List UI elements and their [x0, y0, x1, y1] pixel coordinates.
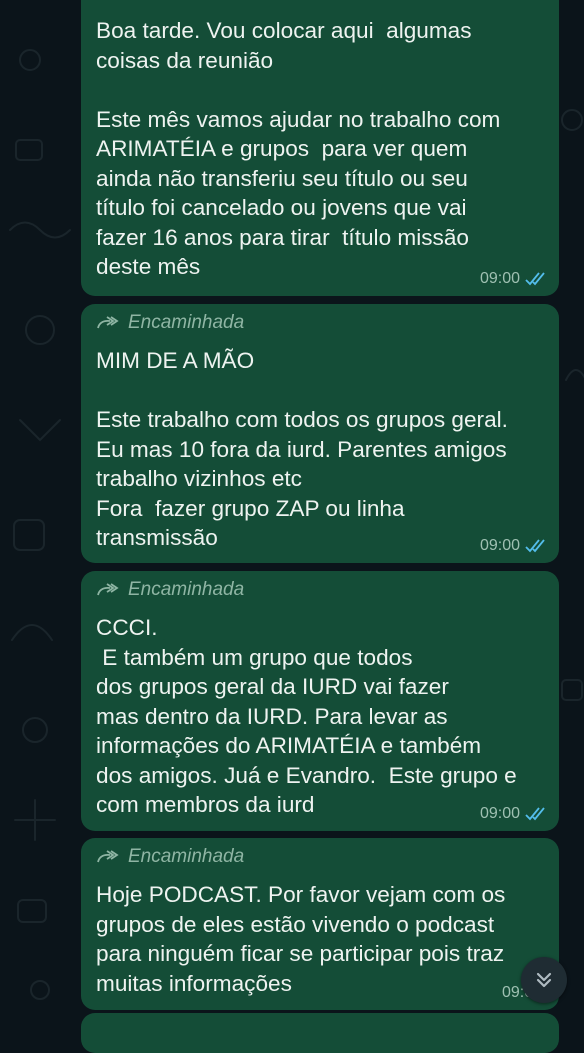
forward-arrow-icon: [97, 583, 119, 596]
forwarded-text: Encaminhada: [128, 846, 245, 867]
scroll-to-bottom-button[interactable]: [521, 957, 567, 1003]
message-meta: 09:00: [480, 805, 547, 823]
chevrons-down-icon: [536, 972, 552, 988]
double-check-read-icon: [525, 539, 545, 553]
forward-arrow-icon: [97, 850, 119, 863]
message-time: 09:00: [479, 537, 520, 554]
message-bubble[interactable]: Encaminhada Hoje PODCAST. Por favor veja…: [81, 838, 559, 1010]
message-bubble-partial[interactable]: [81, 1013, 559, 1053]
forwarded-label: Encaminhada: [96, 579, 543, 601]
message-text: CCCI. E também um grupo que todos dos gr…: [96, 615, 517, 817]
forwarded-text: Encaminhada: [128, 579, 245, 600]
message-text: MIM DE A MÃO Este trabalho com todos os …: [96, 348, 508, 550]
double-check-read-icon: [525, 807, 545, 821]
forward-arrow-icon: [97, 316, 119, 329]
forwarded-label: Encaminhada: [96, 846, 543, 868]
forwarded-text: Encaminhada: [128, 312, 245, 333]
message-meta: 09:00: [480, 537, 547, 555]
message-time: 09:00: [479, 805, 520, 822]
forwarded-label: Encaminhada: [96, 312, 543, 334]
message-bubble[interactable]: Encaminhada MIM DE A MÃO Este trabalho c…: [81, 304, 559, 563]
message-meta: 09:00: [480, 270, 547, 288]
message-bubble[interactable]: Boa tarde. Vou colocar aqui algumas cois…: [81, 0, 559, 296]
message-time: 09:00: [479, 270, 520, 287]
double-check-read-icon: [525, 272, 545, 286]
message-bubble[interactable]: Encaminhada CCCI. E também um grupo que …: [81, 571, 559, 831]
message-text: Hoje PODCAST. Por favor vejam com os gru…: [96, 882, 506, 996]
message-text: Boa tarde. Vou colocar aqui algumas cois…: [96, 18, 501, 279]
